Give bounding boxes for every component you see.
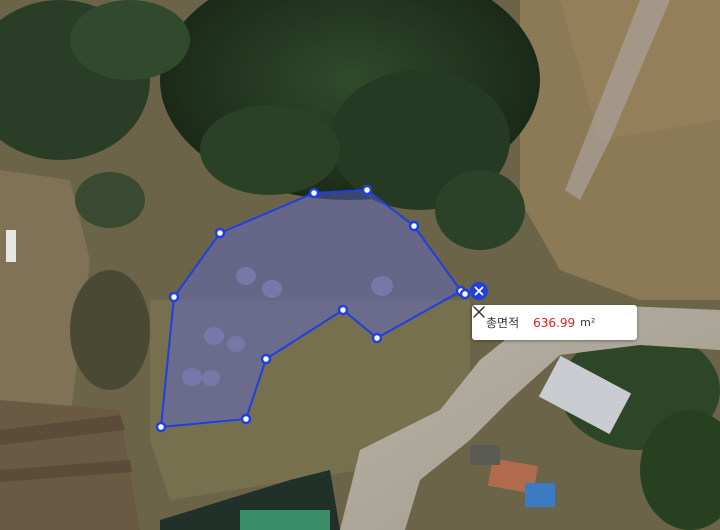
total-area-label: 총면적 (486, 316, 520, 330)
polygon-vertex[interactable] (214, 227, 226, 239)
delete-shape-icon (470, 282, 488, 300)
close-icon (473, 306, 485, 318)
polygon-vertex[interactable] (308, 187, 320, 199)
area-measure-popup: 총면적 636.99 m² (472, 305, 637, 340)
polygon-vertex[interactable] (155, 421, 167, 433)
polygon-vertex[interactable] (337, 304, 349, 316)
map-viewport[interactable]: 총면적 636.99 m² (0, 0, 720, 530)
polygon-vertex[interactable] (371, 332, 383, 344)
polygon-vertex[interactable] (361, 184, 373, 196)
polygon-vertex[interactable] (459, 288, 471, 300)
polygon-vertex[interactable] (260, 353, 272, 365)
close-popup-button[interactable] (473, 306, 627, 331)
delete-shape-button[interactable] (470, 282, 488, 300)
polygon-vertex[interactable] (240, 413, 252, 425)
area-measure-overlay (155, 184, 471, 433)
polygon-vertex[interactable] (168, 291, 180, 303)
total-area-value: 636.99 (533, 315, 576, 330)
area-unit: m² (580, 316, 596, 329)
polygon-vertex[interactable] (408, 220, 420, 232)
